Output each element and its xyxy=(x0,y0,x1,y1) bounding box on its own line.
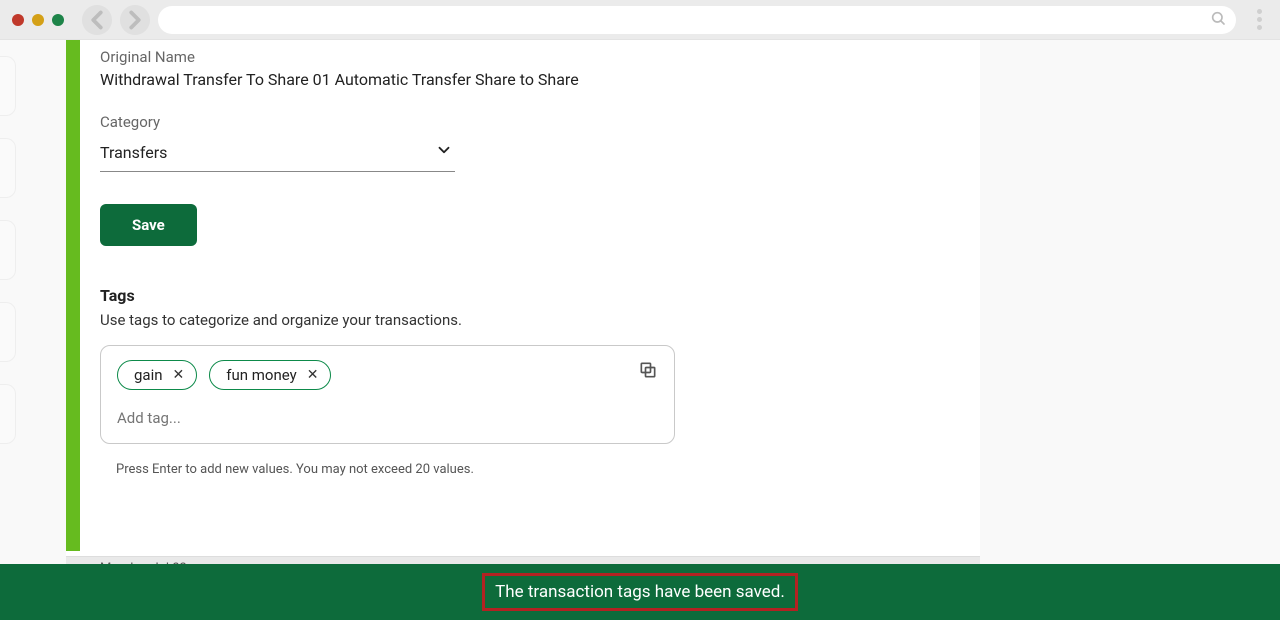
copy-icon[interactable] xyxy=(638,360,658,384)
side-tab[interactable] xyxy=(0,56,16,116)
card-accent-bar xyxy=(66,40,80,555)
tag-label: fun money xyxy=(226,366,296,384)
tag-chips-row: gain ✕ fun money ✕ xyxy=(117,360,658,390)
remove-tag-icon[interactable]: ✕ xyxy=(307,367,319,383)
tag-chip[interactable]: gain ✕ xyxy=(117,360,197,390)
forward-button[interactable] xyxy=(120,5,150,35)
save-button[interactable]: Save xyxy=(100,204,197,246)
tag-label: gain xyxy=(134,366,163,384)
window-zoom-icon[interactable] xyxy=(52,14,64,26)
transaction-card: Original Name Withdrawal Transfer To Sha… xyxy=(66,40,980,555)
side-tabs xyxy=(0,56,16,466)
url-bar[interactable] xyxy=(158,6,1236,34)
category-section: Category Transfers xyxy=(100,113,960,172)
side-tab[interactable] xyxy=(0,384,16,444)
tags-heading: Tags xyxy=(100,286,960,305)
category-select[interactable]: Transfers xyxy=(100,135,455,172)
tags-description: Use tags to categorize and organize your… xyxy=(100,311,960,329)
category-label: Category xyxy=(100,113,960,131)
category-value: Transfers xyxy=(100,143,167,162)
window-traffic-lights xyxy=(12,14,64,26)
side-tab[interactable] xyxy=(0,220,16,280)
tags-box: gain ✕ fun money ✕ xyxy=(100,345,675,444)
window-minimize-icon[interactable] xyxy=(32,14,44,26)
page-body: Original Name Withdrawal Transfer To Sha… xyxy=(0,40,1280,620)
tags-hint: Press Enter to add new values. You may n… xyxy=(116,462,960,477)
original-name-value: Withdrawal Transfer To Share 01 Automati… xyxy=(100,70,960,89)
side-tab[interactable] xyxy=(0,138,16,198)
back-button[interactable] xyxy=(82,5,112,35)
side-tab[interactable] xyxy=(0,302,16,362)
remove-tag-icon[interactable]: ✕ xyxy=(173,367,185,383)
toast-bar: The transaction tags have been saved. xyxy=(0,564,1280,620)
tag-chip[interactable]: fun money ✕ xyxy=(209,360,331,390)
add-tag-input[interactable] xyxy=(117,409,658,427)
search-icon xyxy=(1210,10,1226,30)
original-name-section: Original Name Withdrawal Transfer To Sha… xyxy=(100,48,960,89)
original-name-label: Original Name xyxy=(100,48,960,66)
chevron-down-icon xyxy=(435,141,453,163)
browser-chrome xyxy=(0,0,1280,40)
window-close-icon[interactable] xyxy=(12,14,24,26)
toast-message: The transaction tags have been saved. xyxy=(482,573,798,611)
browser-menu-button[interactable] xyxy=(1244,9,1268,30)
